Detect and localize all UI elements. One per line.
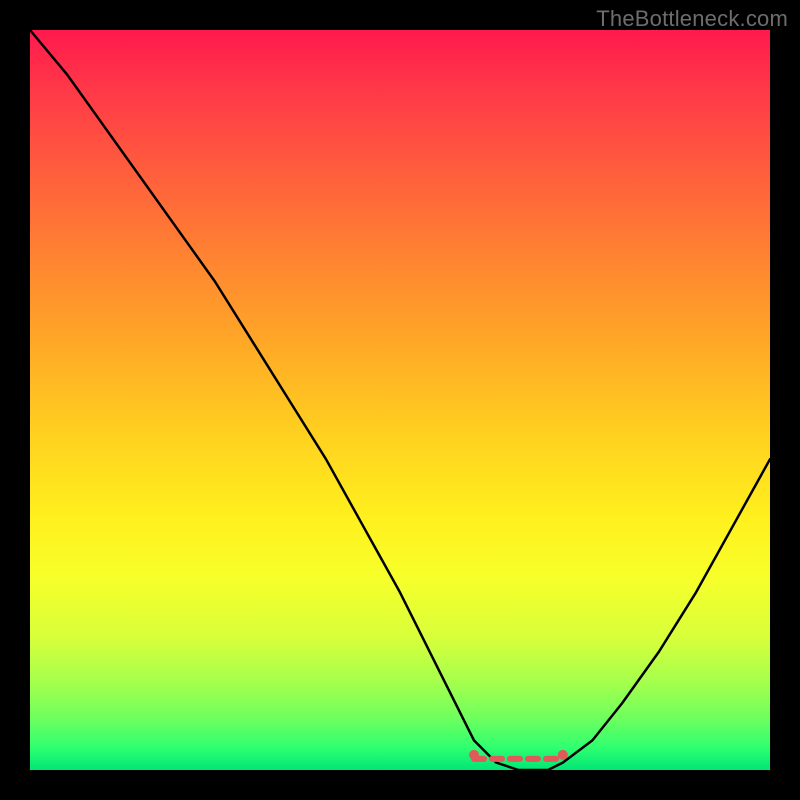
bottleneck-curve (30, 30, 770, 770)
watermark-text: TheBottleneck.com (596, 6, 788, 32)
chart-svg (30, 30, 770, 770)
chart-frame: TheBottleneck.com (0, 0, 800, 800)
plot-area (30, 30, 770, 770)
